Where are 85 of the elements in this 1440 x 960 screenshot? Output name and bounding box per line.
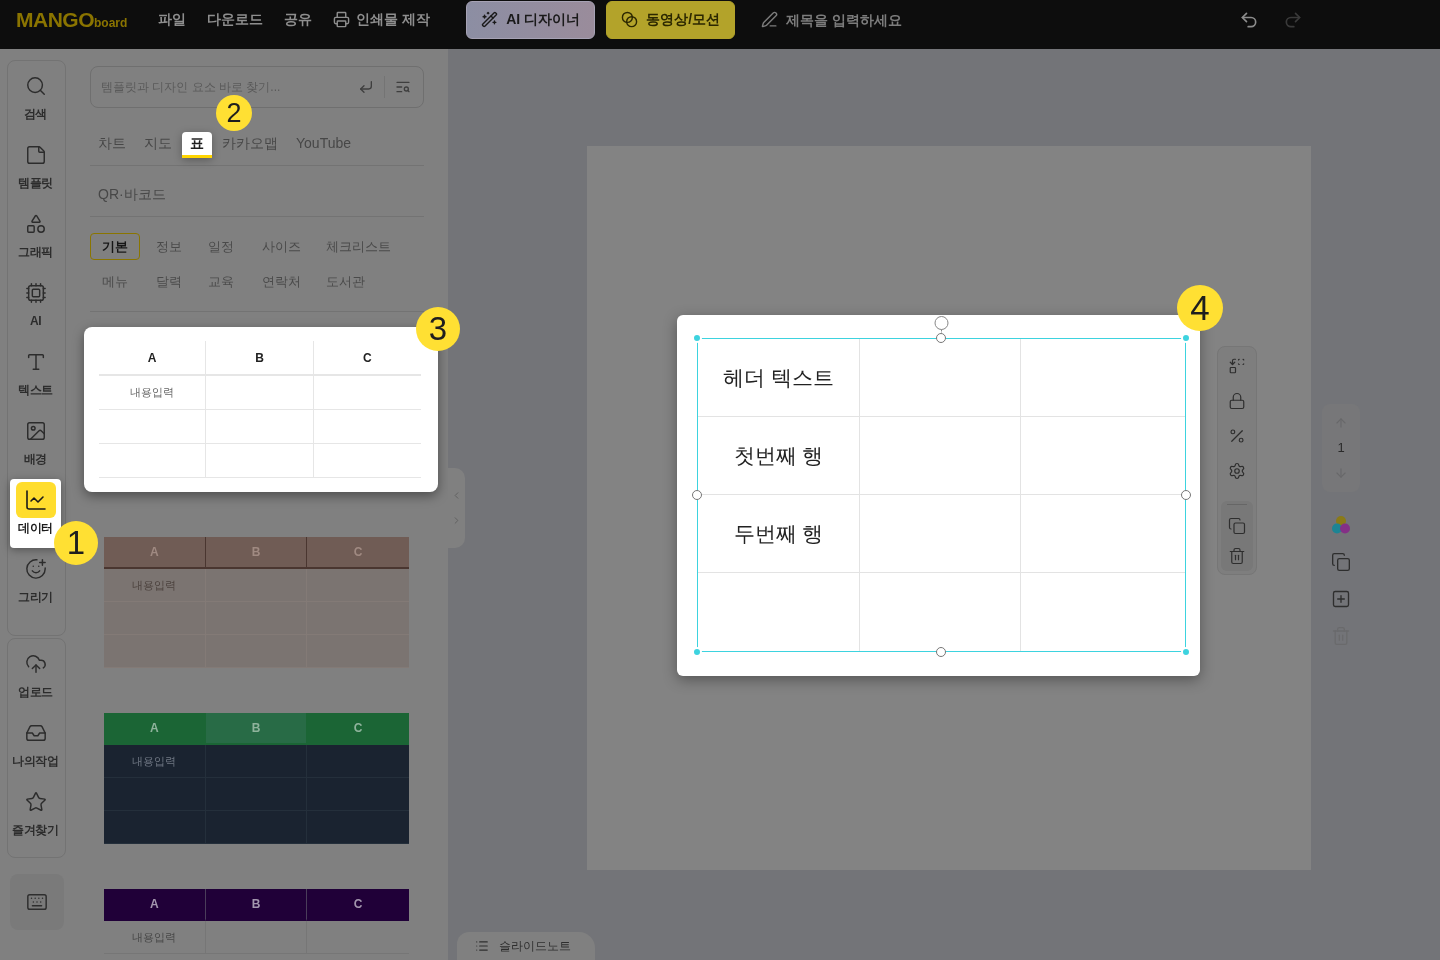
- menu-item[interactable]: 공유: [284, 10, 313, 29]
- side-handle-icon[interactable]: [936, 333, 946, 343]
- side-handle-icon[interactable]: [692, 490, 702, 500]
- sidebar-item[interactable]: 업로드: [10, 643, 61, 712]
- overlapping-circles-icon: [621, 11, 639, 28]
- sidebar-item[interactable]: 데이터: [10, 479, 61, 548]
- copy-icon[interactable]: [1331, 552, 1351, 572]
- smiley-icon: [24, 558, 47, 580]
- table-cell[interactable]: 첫번째 행: [698, 417, 860, 495]
- corner-handle-icon[interactable]: [692, 333, 702, 343]
- table-header-cell: B: [205, 713, 308, 745]
- star-icon: [24, 791, 47, 813]
- list-icon: [475, 939, 489, 953]
- replace-icon[interactable]: [1228, 357, 1246, 375]
- filter-chip[interactable]: 기본: [90, 233, 140, 260]
- category-tab[interactable]: 차트: [90, 132, 134, 158]
- sidebar-item[interactable]: 템플릿: [10, 134, 61, 203]
- table-cell: 내용입력: [104, 745, 206, 778]
- note-icon: [24, 144, 47, 166]
- menu-item[interactable]: 인쇄물 제작: [333, 10, 431, 29]
- image-icon: [24, 420, 47, 442]
- table-element[interactable]: 헤더 텍스트 첫번째 행 두번째 행: [677, 315, 1200, 676]
- chip-icon: [24, 282, 47, 304]
- lock-icon[interactable]: [1228, 392, 1246, 410]
- ai-designer-button[interactable]: AI 디자이너: [466, 0, 596, 39]
- category-tab[interactable]: 카카오맵: [214, 132, 286, 158]
- table-cell[interactable]: [860, 339, 1021, 417]
- square-plus-icon[interactable]: [1331, 589, 1351, 609]
- shapes-icon: [24, 213, 47, 235]
- category-tab[interactable]: YouTube: [288, 132, 359, 158]
- percent-icon[interactable]: [1228, 427, 1246, 445]
- corner-handle-icon[interactable]: [1181, 333, 1191, 343]
- table-header-cell: C: [307, 889, 409, 921]
- sidebar-item[interactable]: 그래픽: [10, 203, 61, 272]
- corner-handle-icon[interactable]: [1181, 647, 1191, 657]
- title-field[interactable]: 제목을 입력하세요: [786, 11, 918, 28]
- sidebar-item[interactable]: 텍스트: [10, 341, 61, 410]
- table-header-cell: A: [99, 341, 207, 376]
- table-cell: 내용입력: [99, 376, 207, 410]
- sidebar-item[interactable]: 즐겨찾기: [10, 781, 61, 850]
- rotate-handle-icon[interactable]: [933, 316, 950, 333]
- table-cell[interactable]: 헤더 텍스트: [698, 339, 860, 417]
- table-cell[interactable]: [860, 417, 1021, 495]
- step-number-badge: 4: [1177, 285, 1223, 331]
- search-icon: [24, 75, 47, 97]
- menu-item[interactable]: 파일: [158, 10, 187, 29]
- category-tab[interactable]: QR·바코드: [90, 183, 174, 209]
- enter-icon[interactable]: [358, 79, 374, 95]
- color-circles-icon[interactable]: [1331, 515, 1351, 535]
- table-template-preview[interactable]: A B C 내용입력: [104, 713, 409, 844]
- copy-icon[interactable]: [1228, 517, 1246, 535]
- side-handle-icon[interactable]: [1181, 490, 1191, 500]
- undo-icon[interactable]: [1239, 9, 1259, 30]
- keyboard-button[interactable]: [10, 874, 64, 930]
- trash-icon[interactable]: [1228, 547, 1246, 565]
- search-filter-icon[interactable]: [395, 79, 411, 95]
- brand-logo[interactable]: MANGOboard: [16, 7, 128, 32]
- table-header-cell: B: [205, 889, 308, 921]
- sidebar-item[interactable]: 배경: [10, 410, 61, 479]
- side-handle-icon[interactable]: [936, 647, 946, 657]
- category-tab[interactable]: 표: [182, 132, 212, 158]
- motion-button[interactable]: 동영상/모션: [606, 0, 735, 39]
- keyboard-icon: [26, 891, 48, 913]
- table-header-cell: C: [307, 713, 409, 745]
- cloud-upload-icon: [24, 653, 47, 675]
- page-number: 1: [1337, 440, 1345, 456]
- sidebar-item[interactable]: 나의작업: [10, 712, 61, 781]
- pen-icon: [761, 11, 778, 28]
- menu-item[interactable]: 다운로드: [207, 10, 264, 29]
- step-number-badge: 2: [216, 95, 252, 131]
- table-cell[interactable]: [860, 495, 1021, 573]
- table-header-cell: A: [104, 889, 206, 921]
- table-header-cell: A: [104, 713, 206, 745]
- corner-handle-icon[interactable]: [692, 647, 702, 657]
- sidebar-item[interactable]: AI: [10, 272, 61, 341]
- category-tab[interactable]: 지도: [136, 132, 180, 158]
- table-header-cell: B: [206, 341, 314, 376]
- inbox-icon: [24, 722, 47, 744]
- magic-wand-icon: [481, 11, 499, 28]
- table-cell[interactable]: 두번째 행: [698, 495, 860, 573]
- line-chart-icon: [15, 482, 56, 518]
- printer-icon: [333, 11, 351, 28]
- slide-note-tab[interactable]: 슬라이드노트: [457, 932, 595, 960]
- settings-icon[interactable]: [1228, 462, 1246, 480]
- sidebar-item[interactable]: 검색: [10, 65, 61, 134]
